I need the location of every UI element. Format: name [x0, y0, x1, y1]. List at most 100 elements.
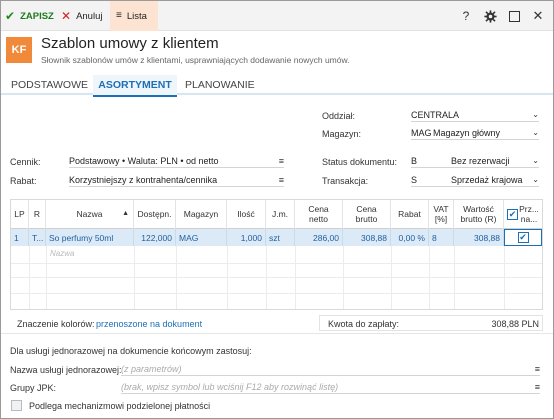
grid-divider	[176, 246, 177, 309]
cell-vat[interactable]: 8	[429, 229, 454, 246]
transakcja-value: Sprzedaż krajowa	[451, 174, 523, 185]
save-label: ZAPISZ	[20, 10, 54, 22]
magazyn-value: Magazyn główny	[433, 127, 501, 138]
col-dostepn[interactable]: Dostępn.	[134, 200, 176, 229]
oddzial-select[interactable]: CENTRALA ⌄	[411, 108, 539, 122]
tab-asortyment[interactable]: ASORTYMENT	[93, 75, 177, 97]
list-icon[interactable]: ≡	[274, 175, 284, 185]
col-przeniesienie[interactable]: ✔ Prz... na...	[504, 200, 542, 229]
list-icon[interactable]: ≡	[530, 364, 540, 374]
x-icon: ✕	[61, 9, 72, 23]
oddzial-label: Oddział:	[322, 111, 356, 121]
col-przeniesienie-label: Prz... na...	[519, 203, 539, 224]
section-divider	[1, 333, 553, 334]
service-name-field[interactable]: (z parametrów) ≡	[121, 362, 540, 376]
new-row-name-placeholder[interactable]: Nazwa	[50, 249, 74, 258]
page-subtitle: Słownik szablonów umów z klientami, uspr…	[41, 55, 350, 65]
col-jm[interactable]: J.m.	[266, 200, 295, 229]
grid-divider	[29, 246, 30, 309]
cell-magazyn[interactable]: MAG	[176, 229, 227, 246]
cell-dostepn: 122,000	[134, 229, 176, 246]
col-lp[interactable]: LP	[11, 200, 29, 229]
close-icon[interactable]: ✕	[530, 8, 546, 24]
transakcja-select[interactable]: S Sprzedaż krajowa ⌄	[411, 173, 539, 187]
cell-przeniesienie[interactable]: ✔	[504, 229, 542, 246]
rabat-value: Korzystniejszy z kontrahenta/cennika	[69, 174, 218, 185]
chevron-down-icon: ⌄	[532, 128, 539, 137]
grid-divider	[391, 246, 392, 309]
cell-wartosc: 308,88	[454, 229, 504, 246]
colors-legend-label: Znaczenie kolorów:	[17, 319, 95, 329]
cell-ilosc[interactable]: 1,000	[227, 229, 266, 246]
grid-divider	[134, 246, 135, 309]
col-r[interactable]: R	[29, 200, 46, 229]
list-icon[interactable]: ≡	[274, 156, 284, 166]
grid-divider	[454, 246, 455, 309]
jpk-label: Grupy JPK:	[10, 383, 57, 393]
cell-nazwa[interactable]: So perfumy 50ml	[46, 229, 134, 246]
tab-planowanie[interactable]: PLANOWANIE	[185, 75, 255, 95]
grid-divider	[11, 293, 542, 294]
cell-cena-brutto[interactable]: 308,88	[343, 229, 391, 246]
gear-icon[interactable]	[482, 8, 498, 24]
grid-divider	[266, 246, 267, 309]
split-payment-checkbox[interactable]: ✔	[11, 400, 22, 411]
col-vat[interactable]: VAT [%]	[429, 200, 454, 229]
cennik-label: Cennik:	[10, 157, 41, 167]
page-title: Szablon umowy z klientem	[41, 35, 219, 52]
grid-divider	[295, 246, 296, 309]
col-ilosc[interactable]: Ilość	[227, 200, 266, 229]
status-value: Bez rezerwacji	[451, 155, 510, 166]
col-nazwa[interactable]: Nazwa ▲	[46, 200, 134, 229]
split-payment-label: Podlega mechanizmowi podzielonej płatnoś…	[29, 401, 211, 411]
service-name-placeholder: (z parametrów)	[121, 363, 182, 374]
col-magazyn[interactable]: Magazyn	[176, 200, 227, 229]
rabat-field[interactable]: Korzystniejszy z kontrahenta/cennika ≡	[69, 173, 284, 187]
cancel-button[interactable]: ✕ Anuluj	[61, 1, 102, 31]
col-cena-netto[interactable]: Cena netto	[295, 200, 343, 229]
maximize-icon[interactable]	[506, 8, 522, 24]
rabat-label: Rabat:	[10, 176, 37, 186]
col-nazwa-label: Nazwa	[76, 208, 103, 219]
grid-divider	[11, 277, 542, 278]
jpk-field[interactable]: (brak, wpisz symbol lub wciśnij F12 aby …	[121, 380, 540, 394]
service-name-label: Nazwa usługi jednorazowej:	[10, 365, 122, 375]
window: ✔ ZAPISZ ✕ Anuluj ≡ Lista ? ✕ KF Szablon…	[0, 0, 554, 419]
magazyn-label: Magazyn:	[322, 129, 362, 139]
tab-podstawowe[interactable]: PODSTAWOWE	[11, 75, 88, 95]
status-label: Status dokumentu:	[322, 157, 398, 167]
tab-bar: PODSTAWOWE ASORTYMENT PLANOWANIE	[1, 75, 553, 97]
transakcja-code: S	[411, 174, 418, 185]
magazyn-select[interactable]: MAG Magazyn główny ⌄	[411, 126, 539, 140]
colors-legend-link[interactable]: przenoszone na dokument	[96, 319, 202, 329]
cell-rabat[interactable]: 0,00 %	[391, 229, 429, 246]
col-cena-brutto[interactable]: Cena brutto	[343, 200, 391, 229]
table-row[interactable]: 1 T... So perfumy 50ml 122,000 MAG 1,000…	[11, 229, 542, 246]
list-icon[interactable]: ≡	[530, 382, 540, 392]
help-icon[interactable]: ?	[458, 8, 474, 24]
cell-jm[interactable]: szt	[266, 229, 295, 246]
save-button[interactable]: ✔ ZAPISZ	[5, 1, 54, 31]
grid-divider	[46, 246, 47, 309]
transakcja-label: Transakcja:	[322, 176, 369, 186]
toolbar: ✔ ZAPISZ ✕ Anuluj ≡ Lista ? ✕	[1, 1, 553, 31]
cell-lp: 1	[11, 229, 29, 246]
cancel-label: Anuluj	[76, 10, 103, 22]
row-checkbox[interactable]: ✔	[517, 232, 529, 243]
select-all-checkbox[interactable]: ✔	[507, 209, 518, 220]
amount-value: 308,88 PLN	[491, 319, 539, 329]
chevron-down-icon: ⌄	[532, 156, 539, 165]
check-icon: ✔	[5, 9, 16, 23]
list-label: Lista	[126, 10, 147, 22]
list-button[interactable]: ≡ Lista	[110, 1, 158, 31]
module-badge: KF	[6, 37, 32, 63]
col-rabat[interactable]: Rabat	[391, 200, 429, 229]
amount-label: Kwota do zapłaty:	[328, 319, 400, 329]
status-select[interactable]: B Bez rezerwacji ⌄	[411, 154, 539, 168]
cennik-field[interactable]: Podstawowy • Waluta: PLN • od netto ≡	[69, 154, 284, 168]
col-wartosc-brutto[interactable]: Wartość brutto (R)	[454, 200, 504, 229]
oddzial-value: CENTRALA	[411, 109, 460, 120]
status-code: B	[411, 155, 418, 166]
grid-divider	[227, 246, 228, 309]
cell-cena-netto[interactable]: 286,00	[295, 229, 343, 246]
